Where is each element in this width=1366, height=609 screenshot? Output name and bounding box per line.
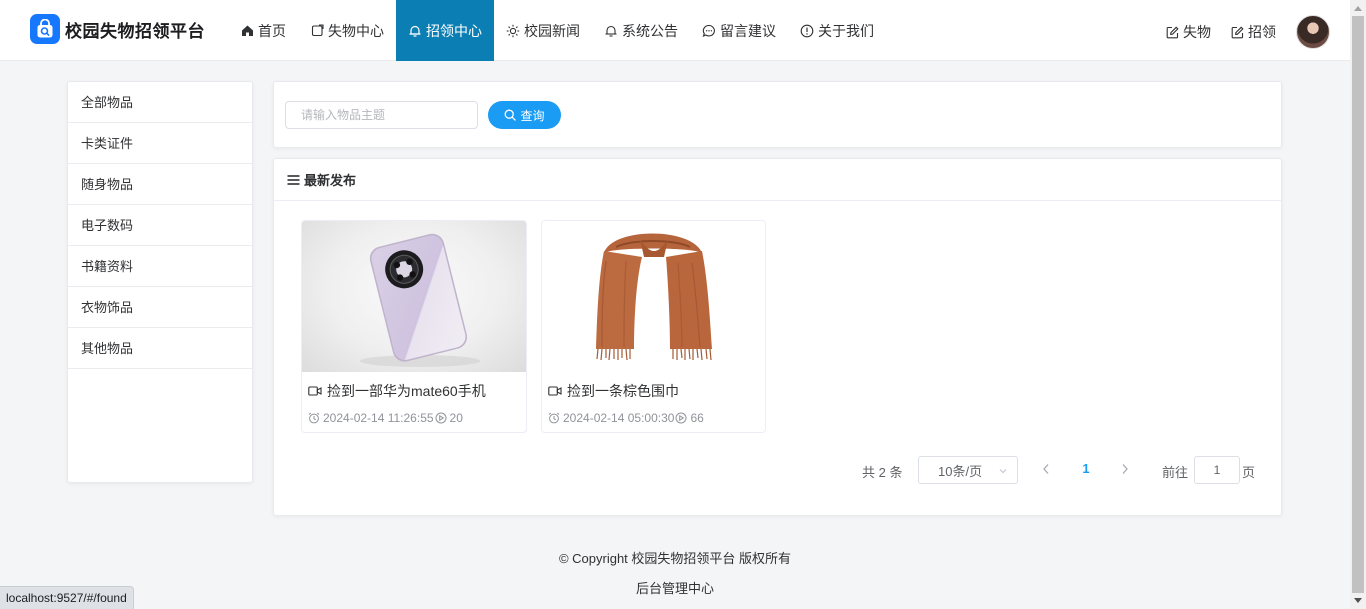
list-title: 最新发布 — [304, 173, 357, 188]
scroll-down-arrow-icon[interactable] — [1350, 593, 1366, 609]
item-time: 2024-02-14 11:26:55 — [323, 411, 434, 425]
item-image — [542, 221, 765, 372]
nav-label: 首页 — [258, 22, 286, 39]
copyright-text: © Copyright 校园失物招领平台 版权所有 — [558, 551, 792, 566]
user-avatar[interactable] — [1296, 15, 1330, 49]
category-item[interactable]: 电子数码 — [68, 205, 252, 246]
bag-search-icon — [30, 14, 60, 44]
found-item-card[interactable]: 捡到一部华为mate60手机 2024-02-14 11:26:55 20 — [301, 220, 527, 433]
latest-list-panel: 最新发布 捡到一部华为mate60手机 2024-02-14 11:26:55 … — [273, 158, 1282, 516]
category-item[interactable]: 全部物品 — [68, 82, 252, 123]
nav-label: 校园新闻 — [524, 22, 580, 39]
found-item-card[interactable]: 捡到一条棕色围巾 2024-02-14 05:00:30 66 — [541, 220, 766, 433]
publish-found-label: 招领 — [1248, 24, 1276, 40]
item-meta: 2024-02-14 11:26:55 20 — [308, 411, 463, 425]
item-image — [302, 221, 526, 372]
publish-lost-link[interactable]: 失物 — [1166, 22, 1211, 42]
status-bar-url: localhost:9527/#/found — [0, 586, 134, 609]
main-nav: 首页 失物中心 招领中心 校园新闻 系统公告 留言建议 关于我们 — [228, 0, 886, 61]
edit-icon — [1166, 26, 1179, 38]
item-title-text: 捡到一部华为mate60手机 — [327, 383, 486, 399]
alarm-clock-icon — [308, 412, 320, 424]
pagination-total: 共 2 条 — [862, 465, 903, 480]
publish-found-link[interactable]: 招领 — [1231, 22, 1276, 42]
page-scrollbar[interactable] — [1350, 0, 1366, 609]
page-size-value: 10条/页 — [938, 463, 983, 479]
item-title: 捡到一条棕色围巾 — [548, 381, 679, 401]
scrollbar-thumb[interactable] — [1352, 16, 1364, 593]
menu-icon — [287, 174, 300, 185]
edit-icon — [1231, 26, 1244, 38]
pagination: 共 2 条 10条/页 1 前往 页 — [274, 456, 1283, 484]
category-item[interactable]: 随身物品 — [68, 164, 252, 205]
brand-logo[interactable]: 校园失物招领平台 — [30, 14, 205, 44]
chat-icon — [702, 24, 716, 38]
nav-label: 失物中心 — [328, 22, 384, 39]
scroll-up-arrow-icon[interactable] — [1350, 0, 1366, 16]
item-meta: 2024-02-14 05:00:30 66 — [548, 411, 704, 425]
nav-label: 留言建议 — [720, 22, 776, 39]
category-item[interactable]: 其他物品 — [68, 328, 252, 369]
video-camera-icon — [308, 386, 322, 396]
nav-about[interactable]: 关于我们 — [788, 0, 886, 61]
scarf-image — [596, 233, 712, 361]
search-button-label: 查询 — [520, 108, 545, 123]
sun-icon — [506, 24, 520, 38]
item-views: 20 — [449, 411, 463, 425]
view-count-icon — [435, 412, 447, 424]
search-button[interactable]: 查询 — [488, 101, 561, 129]
goto-page-input[interactable] — [1194, 456, 1240, 484]
nav-lost-center[interactable]: 失物中心 — [298, 0, 396, 61]
nav-home[interactable]: 首页 — [228, 0, 298, 61]
view-count-icon — [675, 412, 687, 424]
nav-label: 关于我们 — [818, 22, 874, 39]
page-size-select[interactable]: 10条/页 — [918, 456, 1018, 484]
category-sidebar: 全部物品 卡类证件 随身物品 电子数码 书籍资料 衣物饰品 其他物品 — [67, 81, 253, 483]
top-header: 校园失物招领平台 首页 失物中心 招领中心 校园新闻 系统公告 留言建议 关于我… — [0, 0, 1350, 61]
nav-label: 系统公告 — [622, 22, 678, 39]
next-page-icon[interactable] — [1119, 462, 1131, 476]
video-camera-icon — [548, 386, 562, 396]
category-item[interactable]: 书籍资料 — [68, 246, 252, 287]
nav-found-center[interactable]: 招领中心 — [396, 0, 494, 61]
nav-feedback[interactable]: 留言建议 — [690, 0, 788, 61]
item-title: 捡到一部华为mate60手机 — [308, 381, 486, 401]
item-time: 2024-02-14 05:00:30 — [563, 411, 675, 425]
item-title-text: 捡到一条棕色围巾 — [567, 383, 679, 399]
nav-campus-news[interactable]: 校园新闻 — [494, 0, 592, 61]
category-item[interactable]: 卡类证件 — [68, 123, 252, 164]
header-actions: 失物 招领 — [1166, 15, 1330, 49]
search-panel: 查询 — [273, 81, 1282, 148]
category-item[interactable]: 衣物饰品 — [68, 287, 252, 328]
home-icon — [240, 24, 254, 38]
item-views: 66 — [690, 411, 704, 425]
phone-image — [360, 233, 480, 367]
external-square-icon — [310, 24, 324, 38]
admin-center-link[interactable]: 后台管理中心 — [0, 578, 1350, 597]
alarm-clock-icon — [548, 412, 560, 424]
goto-label: 前往 — [1162, 465, 1189, 480]
page-number-1[interactable]: 1 — [1076, 461, 1096, 476]
search-icon — [505, 109, 517, 121]
list-header: 最新发布 — [274, 159, 1281, 201]
chevron-down-icon — [999, 469, 1007, 474]
nav-announcements[interactable]: 系统公告 — [592, 0, 690, 61]
bell-icon — [408, 24, 422, 38]
nav-label: 招领中心 — [426, 22, 482, 39]
page-unit-label: 页 — [1242, 465, 1256, 480]
search-input[interactable] — [285, 101, 478, 129]
info-icon — [800, 24, 814, 38]
bell-icon — [604, 24, 618, 38]
brand-title: 校园失物招领平台 — [65, 21, 205, 41]
prev-page-icon[interactable] — [1040, 462, 1052, 476]
publish-lost-label: 失物 — [1183, 24, 1211, 40]
